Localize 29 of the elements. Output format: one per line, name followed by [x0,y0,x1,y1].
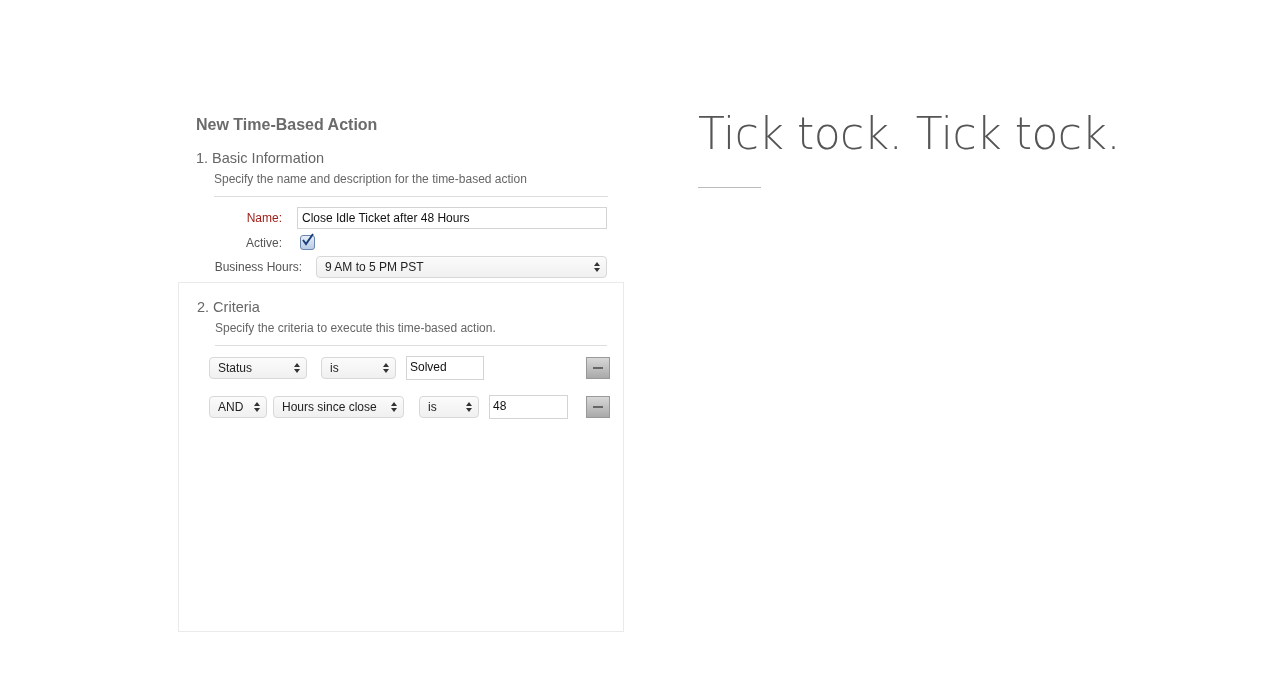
form-title: New Time-Based Action [195,116,379,134]
active-label: Active: [245,235,282,250]
select-arrows-icon [391,402,397,412]
criteria-select[interactable]: is [321,357,396,379]
business-hours-label: Business Hours: [213,260,302,274]
minus-icon [593,367,603,369]
criteria-select[interactable]: AND [209,396,267,418]
select-arrows-icon [383,363,389,373]
active-checkbox[interactable] [300,235,315,250]
select-arrows-icon [466,402,472,412]
section-description: Specify the criteria to execute this time-based action. [214,321,497,335]
criteria-select[interactable]: Hours since close [273,396,404,418]
business-hours-select[interactable]: 9 AM to 5 PM PST [316,256,607,278]
select-arrows-icon [294,363,300,373]
headline: Tick tock. Tick tock. [698,108,1120,159]
minus-icon [593,406,603,408]
remove-criterion-button[interactable] [586,357,610,379]
criteria-select[interactable]: is [419,396,479,418]
section-description: Specify the name and description for the time-based action [213,172,528,186]
criteria-select[interactable]: Status [209,357,307,379]
name-label: Name: [245,211,282,225]
criteria-value-input[interactable]: Solved [406,356,484,380]
select-arrows-icon [254,402,260,412]
section-heading: 2. Criteria [196,299,261,315]
remove-criterion-button[interactable] [586,396,610,418]
criteria-value-input[interactable]: 48 [489,395,568,419]
name-input[interactable]: Close Idle Ticket after 48 Hours [297,207,607,229]
section-heading: 1. Basic Information [195,150,326,166]
select-arrows-icon [594,262,600,272]
